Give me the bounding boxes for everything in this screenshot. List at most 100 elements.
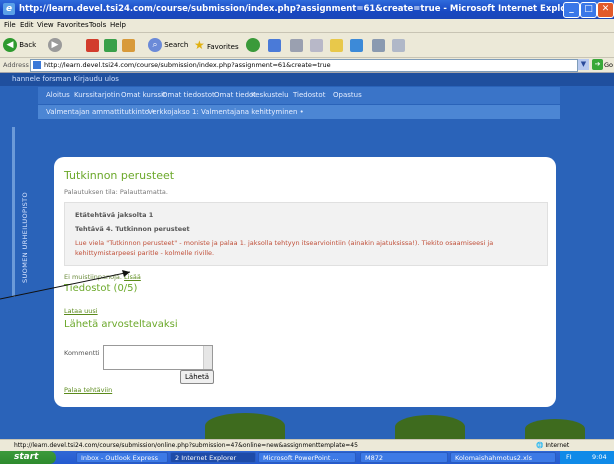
research-button[interactable] bbox=[392, 37, 405, 53]
clock: 9:04 bbox=[592, 453, 607, 461]
star-icon: ★ bbox=[194, 38, 205, 52]
web-page: hannele forsman Kirjaudu ulos Aloitus Ku… bbox=[0, 73, 614, 439]
taskbar-item-ie[interactable]: 2 Internet Explorer bbox=[170, 452, 256, 463]
task-label-2: Tehtävä 4. Tutkinnon perusteet bbox=[75, 225, 190, 233]
nav-omat-tiedostot[interactable]: Omat tiedostot bbox=[162, 91, 215, 99]
menu-tools[interactable]: Tools bbox=[89, 21, 106, 29]
nav-tiedostot[interactable]: Tiedostot bbox=[293, 91, 325, 99]
taskbar: start Inbox - Outlook Express 2 Internet… bbox=[0, 451, 614, 464]
ie-app-icon: e bbox=[3, 3, 15, 15]
minimize-button[interactable]: _ bbox=[563, 2, 580, 18]
menu-file[interactable]: File bbox=[4, 21, 16, 29]
nav-omat-kurssit[interactable]: Omat kurssit bbox=[121, 91, 166, 99]
close-button[interactable]: ✕ bbox=[597, 2, 614, 18]
nav-aloitus[interactable]: Aloitus bbox=[46, 91, 70, 99]
print-button[interactable] bbox=[290, 37, 303, 53]
submit-heading: Lähetä arvosteltavaksi bbox=[64, 319, 178, 330]
maximize-button[interactable]: □ bbox=[580, 2, 597, 18]
user-logout-link[interactable]: hannele forsman Kirjaudu ulos bbox=[12, 75, 119, 83]
page-icon bbox=[33, 61, 41, 69]
edit-button[interactable] bbox=[310, 37, 323, 53]
back-to-tasks-link[interactable]: Palaa tehtäviin bbox=[64, 386, 112, 394]
folder-icon bbox=[330, 38, 343, 52]
side-logo-text: SUOMEN URHEILUOPISTO bbox=[21, 191, 29, 283]
tools-button[interactable] bbox=[372, 37, 385, 53]
window-title-bar: e http://learn.devel.tsi24.com/course/su… bbox=[0, 0, 614, 19]
address-bar: Address http://learn.devel.tsi24.com/cou… bbox=[0, 58, 614, 73]
window-title: http://learn.devel.tsi24.com/course/subm… bbox=[19, 4, 581, 14]
stop-button[interactable] bbox=[86, 37, 99, 53]
back-button[interactable]: ◀ Back bbox=[3, 37, 36, 53]
breadcrumb-course[interactable]: Valmentajan ammattitutkinto • bbox=[46, 108, 155, 116]
nav-keskustelu[interactable]: Keskustelu bbox=[251, 91, 289, 99]
search-button[interactable]: ⌕ Search bbox=[148, 37, 188, 53]
menu-bar: File Edit View Favorites Tools Help bbox=[0, 19, 614, 33]
mail-button[interactable] bbox=[268, 37, 281, 53]
task-text: Lue viela "Tutkinnon perusteet" - monist… bbox=[75, 239, 494, 257]
menu-help[interactable]: Help bbox=[110, 21, 126, 29]
system-tray: FI 9:04 bbox=[560, 451, 614, 464]
refresh-button[interactable] bbox=[104, 37, 117, 53]
address-url: http://learn.devel.tsi24.com/course/subm… bbox=[44, 61, 331, 69]
nav-kurssitarjotin[interactable]: Kurssitarjotin bbox=[74, 91, 120, 99]
nav-omat-tiedot[interactable]: Omat tiedot bbox=[214, 91, 256, 99]
refresh-icon bbox=[104, 38, 117, 52]
menu-view[interactable]: View bbox=[37, 21, 54, 29]
textarea-scrollbar[interactable] bbox=[203, 346, 212, 369]
footer-trees bbox=[0, 403, 614, 439]
breadcrumb: Valmentajan ammattitutkinto • Verkkojaks… bbox=[38, 105, 560, 119]
address-dropdown-icon[interactable]: ▼ bbox=[578, 59, 589, 70]
start-button[interactable]: start bbox=[0, 451, 56, 464]
forward-button[interactable]: ▶ bbox=[48, 37, 62, 53]
address-input[interactable]: http://learn.devel.tsi24.com/course/subm… bbox=[30, 59, 578, 72]
task-description-box: Etätehtävä jaksolta 1 Tehtävä 4. Tutkinn… bbox=[64, 202, 548, 266]
favorites-button[interactable]: ★ Favorites bbox=[194, 37, 239, 53]
taskbar-item-powerpoint[interactable]: Microsoft PowerPoint ... bbox=[258, 452, 356, 463]
add-note-link[interactable]: Lisää bbox=[124, 273, 141, 281]
stop-icon bbox=[86, 38, 99, 52]
status-bar: http://learn.devel.tsi24.com/course/subm… bbox=[0, 439, 614, 451]
toolbar: ◀ Back ▶ ⌕ Search ★ Favorites bbox=[0, 33, 614, 58]
forward-arrow-icon: ▶ bbox=[48, 38, 62, 52]
tree-image bbox=[525, 419, 585, 439]
menu-favorites[interactable]: Favorites bbox=[57, 21, 89, 29]
home-button[interactable] bbox=[122, 37, 135, 53]
go-button[interactable]: Go bbox=[604, 61, 613, 69]
submission-status: Palautuksen tila: Palauttamatta. bbox=[64, 188, 168, 196]
content-card: Tutkinnon perusteet Palautuksen tila: Pa… bbox=[54, 157, 556, 407]
tools-icon bbox=[372, 38, 385, 52]
taskbar-item-outlook[interactable]: Inbox - Outlook Express bbox=[76, 452, 168, 463]
comment-label: Kommentti bbox=[64, 349, 100, 357]
tree-image bbox=[395, 415, 465, 439]
notes-row: Ei muistiinpanoja. Lisää bbox=[64, 273, 141, 281]
breadcrumb-module[interactable]: Verkkojakso 1: Valmentajana kehittyminen… bbox=[148, 108, 304, 116]
history-icon bbox=[246, 38, 260, 52]
send-button[interactable]: Lähetä bbox=[180, 370, 214, 384]
task-label-1: Etätehtävä jaksolta 1 bbox=[75, 211, 154, 219]
page-title: Tutkinnon perusteet bbox=[64, 169, 175, 182]
status-url: http://learn.devel.tsi24.com/course/subm… bbox=[14, 442, 358, 449]
back-arrow-icon: ◀ bbox=[3, 38, 17, 52]
messenger-button[interactable] bbox=[350, 37, 363, 53]
address-label: Address bbox=[3, 61, 29, 69]
upload-new-link[interactable]: Lataa uusi bbox=[64, 307, 98, 315]
research-icon bbox=[392, 38, 405, 52]
edit-icon bbox=[310, 38, 323, 52]
go-arrow-icon[interactable]: ➔ bbox=[592, 59, 603, 70]
tree-image bbox=[205, 413, 285, 439]
folder-button[interactable] bbox=[330, 37, 343, 53]
nav-opastus[interactable]: Opastus bbox=[333, 91, 362, 99]
print-icon bbox=[290, 38, 303, 52]
taskbar-item-m872[interactable]: M872 bbox=[360, 452, 448, 463]
menu-edit[interactable]: Edit bbox=[20, 21, 34, 29]
language-indicator[interactable]: FI bbox=[566, 453, 572, 461]
comment-textarea[interactable] bbox=[103, 345, 213, 370]
notes-text: Ei muistiinpanoja. bbox=[64, 273, 122, 281]
taskbar-item-excel[interactable]: Kolomaishahmotus2.xls bbox=[450, 452, 556, 463]
mail-icon bbox=[268, 38, 281, 52]
search-icon: ⌕ bbox=[148, 38, 162, 52]
messenger-icon bbox=[350, 38, 363, 52]
history-button[interactable] bbox=[246, 37, 260, 53]
files-heading: Tiedostot (0/5) bbox=[64, 283, 138, 294]
main-navigation: Aloitus Kurssitarjotin Omat kurssit Omat… bbox=[38, 87, 560, 104]
